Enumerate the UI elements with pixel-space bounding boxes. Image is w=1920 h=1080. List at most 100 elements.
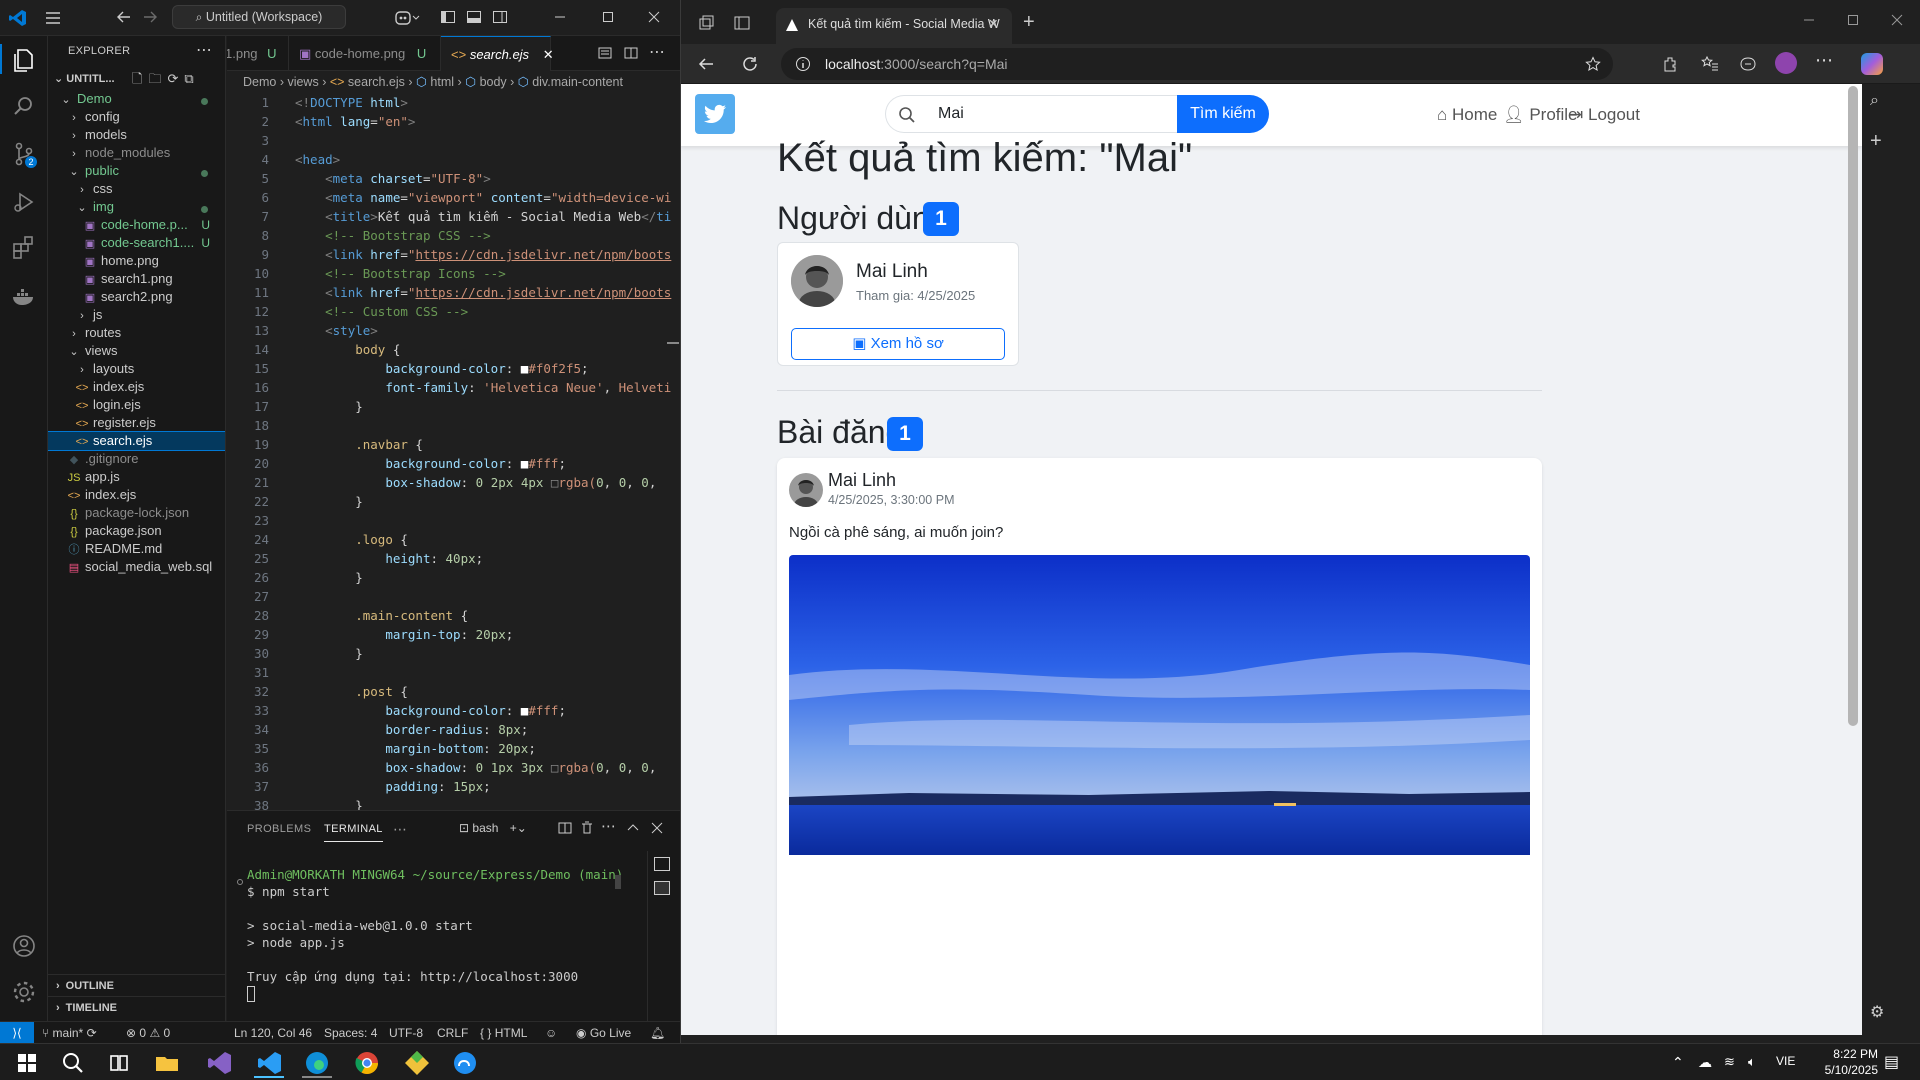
indentation[interactable]: Spaces: 4 [324, 1022, 377, 1044]
outline-section[interactable]: › OUTLINE [48, 974, 225, 996]
file-explorer-icon[interactable] [152, 1048, 182, 1078]
windows-start-icon[interactable] [12, 1048, 42, 1078]
tree-item[interactable]: ▣ search2.png [48, 288, 225, 306]
toggle-panel-icon[interactable] [466, 9, 482, 25]
command-center-search[interactable]: ⌕ Untitled (Workspace) [172, 5, 346, 29]
chrome-icon[interactable] [352, 1048, 382, 1078]
search-button[interactable]: Tìm kiếm [1177, 95, 1269, 133]
trash-icon[interactable] [579, 820, 595, 836]
tab-terminal[interactable]: TERMINAL [324, 816, 383, 842]
forward-arrow-icon[interactable] [142, 9, 158, 25]
cloud-app-icon[interactable] [450, 1048, 480, 1078]
close-window-icon[interactable] [1889, 12, 1905, 28]
tree-item[interactable]: <> index.ejs [48, 378, 225, 396]
copilot-icon[interactable] [1861, 53, 1883, 75]
maximize-icon[interactable] [1845, 12, 1861, 28]
end-of-line[interactable]: CRLF [437, 1022, 468, 1044]
explorer-files-icon[interactable] [10, 46, 38, 74]
user-avatar[interactable] [791, 255, 843, 307]
remote-indicator-icon[interactable]: ⟩⟨ [0, 1022, 34, 1044]
tree-item[interactable]: › js [48, 306, 225, 324]
address-bar[interactable]: localhost:3000/search?q=Mai [781, 48, 1613, 80]
tree-item[interactable]: ⌄ views [48, 342, 225, 360]
profile-avatar[interactable] [1775, 52, 1797, 74]
settings-gear-icon[interactable]: ⚙ [1870, 1002, 1884, 1022]
tab-1png[interactable]: 1.png U [227, 36, 289, 71]
back-arrow-icon[interactable] [697, 55, 715, 73]
close-panel-icon[interactable] [649, 820, 665, 836]
tree-item[interactable]: ▣ code-search1.... U [48, 234, 225, 252]
nav-profile-link[interactable]: 👤︎ Profile [1503, 104, 1578, 126]
task-view-icon[interactable] [104, 1048, 134, 1078]
go-live-button[interactable]: ◉ Go Live [576, 1022, 631, 1044]
add-icon[interactable]: + [1870, 130, 1882, 153]
tree-item[interactable]: <> index.ejs [48, 486, 225, 504]
menu-icon[interactable] [44, 9, 62, 27]
terminal-icon[interactable] [654, 857, 670, 871]
tab-code-home[interactable]: ▣ code-home.png U [289, 36, 441, 71]
tree-item[interactable]: ⌄ Demo [48, 90, 225, 108]
tree-item[interactable]: <> register.ejs [48, 414, 225, 432]
more-actions-icon[interactable]: ⋯ [1815, 50, 1833, 71]
docker-icon[interactable] [10, 282, 38, 310]
source-control-icon[interactable]: 2 [10, 140, 38, 168]
close-tab-icon[interactable]: ✕ [988, 8, 998, 40]
split-terminal-icon[interactable] [557, 820, 573, 836]
more-actions-icon[interactable]: ⋯ [649, 42, 665, 62]
workspaces-icon[interactable] [697, 14, 715, 32]
wifi-icon[interactable]: ≋ [1724, 1054, 1735, 1070]
explorer-actions[interactable]: 🗋🗀⟳⧉ [132, 68, 200, 90]
git-client-icon[interactable] [402, 1048, 432, 1078]
close-tab-icon[interactable]: ✕ [543, 47, 554, 62]
refresh-icon[interactable] [741, 55, 759, 73]
tree-item[interactable]: › node_modules [48, 144, 225, 162]
run-debug-icon[interactable] [10, 188, 38, 216]
tree-item[interactable]: {} package.json [48, 522, 225, 540]
scrollbar[interactable] [615, 875, 621, 889]
minimize-icon[interactable] [1801, 12, 1817, 28]
terminal-icon[interactable] [654, 881, 670, 895]
terminal-shell-selector[interactable]: ⊡ bash +⌄ [459, 821, 527, 835]
tree-item[interactable]: ▣ search1.png [48, 270, 225, 288]
workspace-header[interactable]: ⌄ UNTITL... 🗋🗀⟳⧉ [48, 68, 225, 90]
language-indicator[interactable]: VIE [1776, 1054, 1795, 1068]
toggle-sidebar-icon[interactable] [440, 9, 456, 25]
tree-item[interactable]: ▤ social_media_web.sql [48, 558, 225, 576]
close-window-icon[interactable] [646, 9, 662, 25]
post-author-avatar[interactable] [789, 473, 823, 507]
tree-item[interactable]: ⓘ README.md [48, 540, 225, 558]
split-editor-icon[interactable] [623, 45, 639, 61]
maximize-icon[interactable] [600, 9, 616, 25]
tree-item[interactable]: <> search.ejs [48, 431, 225, 451]
branch-indicator[interactable]: ⑂ main* ⟳ [42, 1022, 97, 1044]
new-tab-icon[interactable]: + [1023, 11, 1035, 34]
tab-problems[interactable]: PROBLEMS [247, 811, 311, 847]
more-actions-icon[interactable]: ⋯ [196, 40, 212, 60]
cursor-position[interactable]: Ln 120, Col 46 [234, 1022, 312, 1044]
tree-item[interactable]: <> login.ejs [48, 396, 225, 414]
problems-indicator[interactable]: ⊗ 0 ⚠ 0 [126, 1022, 170, 1044]
vscode-taskbar-icon[interactable] [254, 1048, 284, 1078]
extensions-icon[interactable] [1661, 55, 1679, 73]
tree-item[interactable]: ⌄ public [48, 162, 225, 180]
timeline-section[interactable]: › TIMELINE [48, 996, 225, 1018]
visual-studio-icon[interactable] [204, 1048, 234, 1078]
account-icon[interactable] [10, 932, 38, 960]
open-preview-icon[interactable] [597, 45, 613, 61]
user-name[interactable]: Mai Linh [856, 261, 928, 283]
info-icon[interactable] [795, 56, 811, 72]
favorites-icon[interactable] [1701, 55, 1719, 73]
code-view[interactable]: <!DOCTYPE html> <html lang="en"> <head> … [295, 93, 671, 810]
notification-icon[interactable]: ▤ [1884, 1052, 1899, 1072]
tree-item[interactable]: › layouts [48, 360, 225, 378]
tree-item[interactable]: JS app.js [48, 468, 225, 486]
extensions-icon[interactable] [10, 234, 38, 262]
tab-search-ejs[interactable]: <> search.ejs ✕ [441, 36, 554, 71]
search-icon[interactable] [58, 1048, 88, 1078]
minimize-icon[interactable] [552, 9, 568, 25]
tree-item[interactable]: › css [48, 180, 225, 198]
onedrive-cloud-icon[interactable]: ☁ [1698, 1054, 1712, 1071]
bell-icon[interactable]: 🔔︎ [650, 1022, 665, 1044]
tree-item[interactable]: ◆ .gitignore [48, 450, 225, 468]
nav-logout-link[interactable]: ⇥ Logout [1569, 104, 1640, 126]
